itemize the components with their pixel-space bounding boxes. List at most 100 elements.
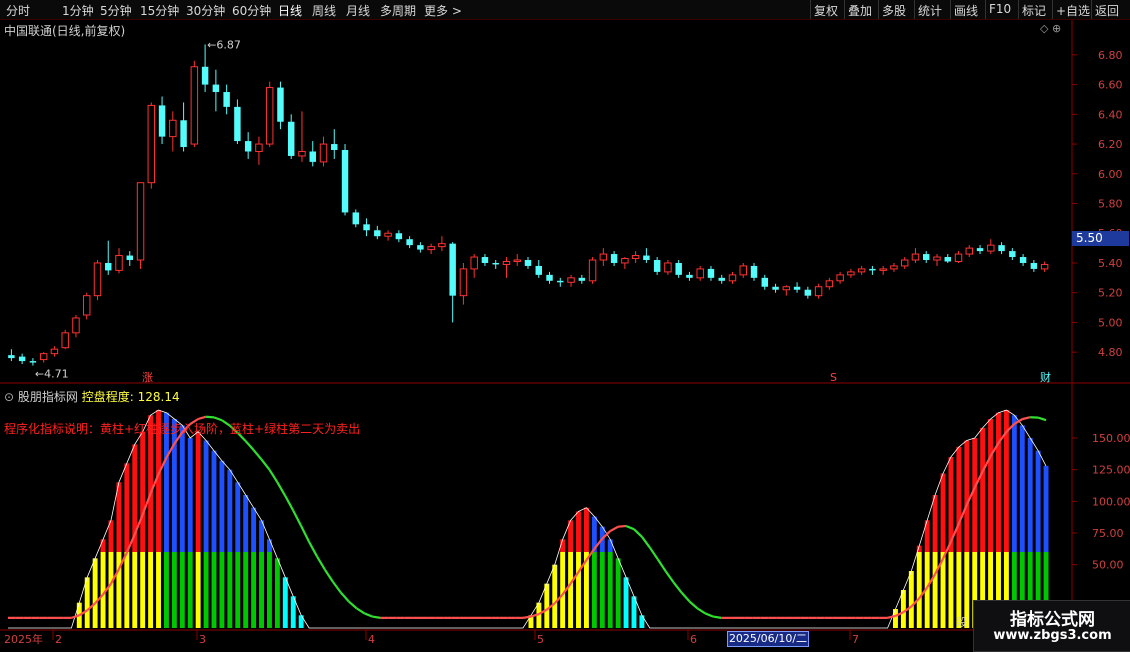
candle-body-up (503, 261, 509, 264)
ind-bar-base (560, 552, 565, 628)
ind-bar-base (600, 552, 605, 628)
indicator-name[interactable]: 股朋指标网 (18, 390, 78, 404)
y-tick-label: 5.00 (1098, 316, 1123, 329)
ind-bar-top (988, 419, 993, 552)
month-label: 3 (199, 633, 206, 646)
indicator-title: ⊙ 股朋指标网 控盘程度: 128.14 (4, 388, 180, 405)
ind-bar-base (624, 577, 629, 628)
ind-ma-segment (349, 601, 357, 608)
ind-bar-base (948, 552, 953, 628)
candle-body-up (891, 266, 897, 269)
ind-ma-segment (309, 542, 317, 557)
candle-body-up (697, 269, 703, 278)
ind-bar-base (251, 552, 256, 628)
candle-body-up (439, 244, 445, 247)
candle-body-down (762, 278, 768, 287)
candle-body-up (148, 105, 154, 182)
candle-body-up (740, 266, 746, 275)
candle-body-up (471, 257, 477, 269)
ind-bar-top (267, 539, 272, 552)
candle-body-down (654, 260, 660, 272)
candle-body-up (191, 67, 197, 144)
candle-body-up (256, 144, 262, 151)
ind-ma-segment (523, 617, 531, 618)
candle-body-down (675, 263, 681, 275)
candle-body-down (105, 263, 111, 270)
month-label: 4 (368, 633, 375, 646)
candle-body-down (719, 278, 725, 281)
candle-body-down (923, 254, 929, 260)
candle-body-up (73, 318, 79, 333)
candle-body-down (449, 244, 455, 296)
ind-y-tick-label: 75.00 (1092, 527, 1124, 540)
ind-bar-base (124, 552, 129, 628)
candle-body-down (396, 233, 402, 239)
candle-body-up (589, 260, 595, 281)
ind-ma-segment (285, 496, 293, 511)
candle-body-down (708, 269, 714, 278)
candle-body-down (536, 266, 542, 275)
indicator-param-value: 128.14 (138, 390, 180, 404)
candle-body-up (266, 88, 272, 144)
ind-bar-base (901, 590, 906, 628)
y-tick-label: 6.60 (1098, 79, 1123, 92)
ind-bar-top (204, 441, 209, 552)
candle-body-down (374, 230, 380, 236)
candle-body-down (234, 107, 240, 141)
candle-body-up (62, 333, 68, 348)
ind-bar-base (259, 552, 264, 628)
candle-body-up (170, 120, 176, 136)
candle-body-down (19, 357, 25, 361)
y-tick-label: 4.80 (1098, 346, 1123, 359)
candle-body-down (794, 287, 800, 290)
candle-body-up (880, 269, 886, 270)
y-tick-label: 5.80 (1098, 198, 1123, 211)
candle-body-up (858, 269, 864, 272)
candle-body-up (729, 275, 735, 281)
candle-body-down (977, 248, 983, 251)
y-tick-label: 6.80 (1098, 49, 1123, 62)
candle-body-down (245, 141, 251, 151)
month-label: 5 (537, 633, 544, 646)
ind-bar-top (172, 419, 177, 552)
ind-bar-base (93, 558, 98, 628)
watermark-url: www.zbgs3.com (974, 628, 1130, 643)
candle-body-down (482, 257, 488, 263)
ind-bar-base (283, 577, 288, 628)
ind-ma-segment (198, 417, 206, 419)
ind-bar-base (576, 552, 581, 628)
ind-bar-base (180, 552, 185, 628)
chart-canvas[interactable]: 4.805.005.205.405.605.806.006.206.406.60… (0, 0, 1130, 650)
ind-bar-base (227, 552, 232, 628)
candle-body-up (1041, 264, 1047, 268)
ind-bar-top (101, 539, 106, 552)
candle-body-down (353, 212, 359, 224)
candle-body-down (579, 278, 585, 281)
candle-body-up (428, 247, 434, 250)
ind-bar-base (933, 552, 938, 628)
candle-body-down (998, 245, 1004, 251)
ind-bar-base (109, 552, 114, 628)
limit-up-marker: 涨 (142, 371, 153, 384)
cursor-date-badge: 2025/06/10/二 (727, 631, 809, 647)
month-label: 6 (690, 633, 697, 646)
ind-outline (8, 410, 1046, 628)
ind-bar-base (552, 565, 557, 628)
ind-bar-base (639, 615, 644, 628)
candle-body-up (320, 144, 326, 162)
year-label: 2025年 (4, 632, 43, 646)
candle-body-up (137, 183, 143, 260)
candle-body-down (869, 269, 875, 270)
candle-body-up (116, 256, 122, 271)
ind-bar-base (132, 552, 137, 628)
candle-body-down (202, 67, 208, 85)
indicator-collapse-icon[interactable]: ⊙ (4, 390, 14, 404)
finance-marker: 财 (1040, 370, 1051, 384)
ind-ma-segment (610, 527, 618, 531)
ind-bar-top (972, 438, 977, 552)
y-tick-label: 5.40 (1098, 257, 1123, 270)
ind-bar-base (243, 552, 248, 628)
candle-body-up (299, 151, 305, 155)
ind-ma-segment (206, 417, 214, 418)
ind-bar-base (172, 552, 177, 628)
